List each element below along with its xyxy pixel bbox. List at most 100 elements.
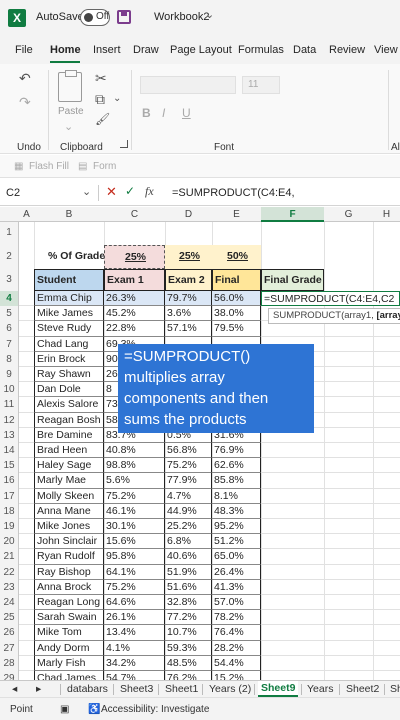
exam1-score-cell[interactable]: 26.1% [104,610,165,626]
final-score-cell[interactable]: 76.9% [212,443,261,459]
exam2-score-cell[interactable]: 10.7% [165,625,212,641]
row-header[interactable]: 25 [0,610,19,626]
row-header[interactable]: 23 [0,579,19,595]
exam2-weight-cell[interactable]: 25% [165,245,212,269]
sheet-tab-sheet9[interactable]: Sheet9 [258,681,299,697]
final-score-cell[interactable]: 95.2% [212,519,261,535]
final-score-cell[interactable]: 41.3% [212,579,261,595]
autosave-toggle[interactable]: Off [80,9,110,26]
exam2-score-cell[interactable]: 76.2% [165,671,212,680]
student-name-cell[interactable]: Anna Brock [34,579,104,595]
exam2-score-cell[interactable]: 3.6% [165,306,212,322]
tab-insert[interactable]: Insert [93,44,121,56]
row-header[interactable]: 4 [0,291,19,307]
column-header-e[interactable]: E [212,209,261,220]
font-size-dropdown[interactable]: 11 [242,76,280,94]
tab-page-layout[interactable]: Page Layout [170,44,232,56]
function-tooltip[interactable]: SUMPRODUCT(array1, [array2] [268,308,400,324]
exam1-score-cell[interactable]: 45.2% [104,306,165,322]
final-score-cell[interactable]: 56.0% [212,291,261,307]
row-header[interactable]: 1 [0,222,19,244]
column-header-g[interactable]: G [324,209,373,220]
student-name-cell[interactable]: Mike James [34,306,104,322]
final-score-cell[interactable]: 65.0% [212,549,261,565]
row-header[interactable]: 29 [0,671,19,680]
row-header[interactable]: 5 [0,306,19,322]
row-header[interactable]: 12 [0,412,19,428]
tab-home[interactable]: Home [50,44,81,56]
student-name-cell[interactable]: Andy Dorm [34,640,104,656]
final-grade-formula-cell[interactable]: =SUMPRODUCT(C4:E4,C2 [261,291,400,307]
row-header[interactable]: 22 [0,564,19,580]
row-header[interactable]: 3 [0,269,19,291]
column-header-a[interactable]: A [19,209,34,220]
tab-view[interactable]: View [374,44,398,56]
macro-record-icon[interactable]: ▣ [60,704,69,715]
sheet-tab-overflow[interactable]: Sh [390,683,400,695]
exam1-score-cell[interactable]: 75.2% [104,579,165,595]
student-name-cell[interactable]: Marly Mae [34,473,104,489]
exam2-score-cell[interactable]: 75.2% [165,458,212,474]
exam1-score-cell[interactable]: 13.4% [104,625,165,641]
final-score-cell[interactable]: 62.6% [212,458,261,474]
row-header[interactable]: 28 [0,655,19,671]
row-header[interactable]: 17 [0,488,19,504]
insert-function-icon[interactable]: fx [145,184,154,199]
exam2-score-cell[interactable]: 77.2% [165,610,212,626]
student-name-cell[interactable]: Ryan Rudolf [34,549,104,565]
exam1-score-cell[interactable]: 30.1% [104,519,165,535]
exam2-score-cell[interactable]: 57.1% [165,321,212,337]
tab-draw[interactable]: Draw [133,44,159,56]
column-header-h[interactable]: H [373,209,400,220]
exam1-score-cell[interactable]: 15.6% [104,534,165,550]
final-score-cell[interactable]: 15.2% [212,671,261,680]
final-score-cell[interactable]: 48.3% [212,503,261,519]
font-name-dropdown[interactable] [140,76,236,94]
accessibility-status[interactable]: Accessibility: Investigate [101,704,209,715]
chevron-down-icon[interactable]: ⌄ [205,8,214,21]
exam1-score-cell[interactable]: 64.6% [104,595,165,611]
dialog-launcher-icon[interactable] [120,140,128,148]
student-name-cell[interactable]: Mike Tom [34,625,104,641]
formula-input[interactable]: =SUMPRODUCT(C4:E4, [172,187,295,199]
row-header[interactable]: 24 [0,595,19,611]
format-painter-icon[interactable]: 🖌 [95,112,110,126]
row-header[interactable]: 6 [0,321,19,337]
exam1-score-cell[interactable]: 95.8% [104,549,165,565]
column-header-d[interactable]: D [165,209,212,220]
exam1-score-cell[interactable]: 54.7% [104,671,165,680]
final-score-cell[interactable]: 76.4% [212,625,261,641]
exam1-score-cell[interactable]: 34.2% [104,655,165,671]
student-name-cell[interactable]: Reagan Bosh [34,412,104,428]
form-icon[interactable]: ▤ [78,161,87,172]
column-header-f[interactable]: F [261,207,324,222]
tab-formulas[interactable]: Formulas [238,44,284,56]
exam1-weight-cell[interactable]: 25% [104,245,165,269]
exam1-score-cell[interactable]: 46.1% [104,503,165,519]
column-header-b[interactable]: B [34,209,104,220]
student-name-cell[interactable]: John Sinclair [34,534,104,550]
row-header[interactable]: 27 [0,640,19,656]
exam2-score-cell[interactable]: 4.7% [165,488,212,504]
exam2-score-cell[interactable]: 79.7% [165,291,212,307]
row-header[interactable]: 10 [0,382,19,398]
exam1-score-cell[interactable]: 5.6% [104,473,165,489]
student-name-cell[interactable]: Dan Dole [34,382,104,398]
save-icon[interactable] [117,10,131,24]
sheet-tab-sheet2[interactable]: Sheet2 [346,683,379,695]
column-header-c[interactable]: C [104,209,165,220]
tab-review[interactable]: Review [329,44,365,56]
final-score-cell[interactable]: 26.4% [212,564,261,580]
row-header[interactable]: 18 [0,503,19,519]
row-header[interactable]: 14 [0,443,19,459]
copy-icon[interactable]: ⧉ [95,91,105,108]
chevron-down-icon[interactable]: ⌄ [82,185,91,198]
student-name-cell[interactable]: Marly Fish [34,655,104,671]
exam2-score-cell[interactable]: 48.5% [165,655,212,671]
student-name-cell[interactable]: Bre Damine [34,427,104,443]
form-button[interactable]: Form [93,161,116,172]
final-grade-header[interactable]: Final Grade [261,269,324,291]
row-header[interactable]: 7 [0,336,19,352]
sheet-tab-sheet1[interactable]: Sheet1 [165,683,198,695]
student-name-cell[interactable]: Mike Jones [34,519,104,535]
